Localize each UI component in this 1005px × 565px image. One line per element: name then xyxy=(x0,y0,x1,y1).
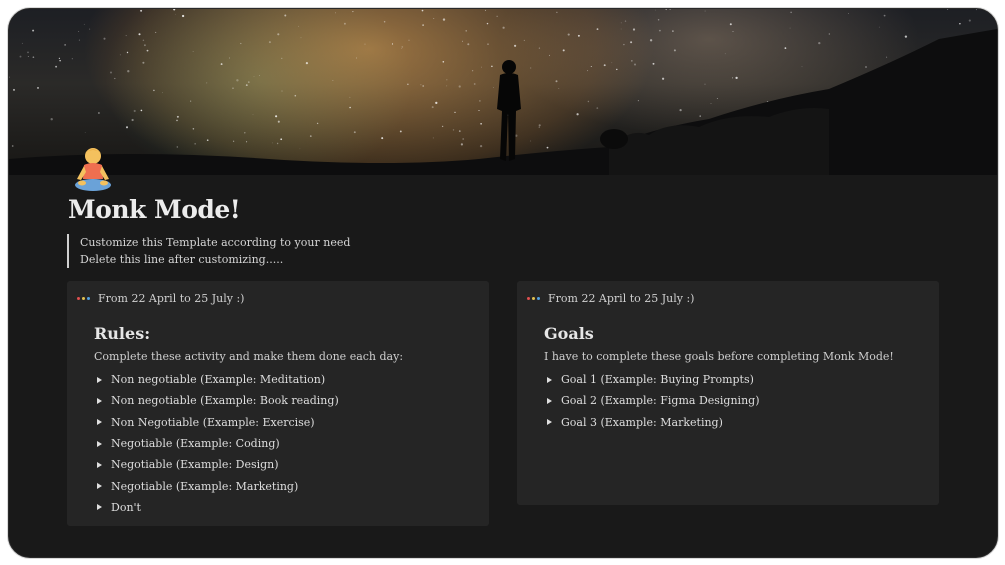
toggle-triangle-icon[interactable] xyxy=(547,397,552,404)
rules-callout[interactable]: From 22 April to 25 July :) Rules: Compl… xyxy=(67,281,489,526)
toggle-triangle-icon[interactable] xyxy=(97,461,102,468)
cover-night-sky xyxy=(9,9,997,175)
toggle-triangle-icon[interactable] xyxy=(547,376,552,383)
toggle-triangle-icon[interactable] xyxy=(97,504,102,511)
cover-image[interactable] xyxy=(9,9,997,175)
goals-list: Goal 1 (Example: Buying Prompts) Goal 2 … xyxy=(547,369,760,433)
toggle-triangle-icon[interactable] xyxy=(97,483,102,490)
toggle-label: Goal 1 (Example: Buying Prompts) xyxy=(561,373,754,387)
rules-list: Non negotiable (Example: Meditation) Non… xyxy=(97,369,339,518)
dots-icon xyxy=(527,297,540,300)
toggle-label: Non negotiable (Example: Meditation) xyxy=(111,373,326,387)
toggle-item[interactable]: Negotiable (Example: Design) xyxy=(97,454,339,475)
page-title[interactable]: Monk Mode! xyxy=(68,195,241,224)
rules-heading: Rules: xyxy=(94,324,151,343)
toggle-item[interactable]: Negotiable (Example: Coding) xyxy=(97,433,339,454)
toggle-item[interactable]: Goal 1 (Example: Buying Prompts) xyxy=(547,369,760,390)
toggle-item[interactable]: Non negotiable (Example: Book reading) xyxy=(97,390,339,411)
toggle-label: Non Negotiable (Example: Exercise) xyxy=(111,415,315,429)
meditation-emoji-icon[interactable] xyxy=(73,147,113,195)
toggle-label: Negotiable (Example: Coding) xyxy=(111,437,280,451)
goals-heading: Goals xyxy=(544,324,594,343)
toggle-label: Goal 3 (Example: Marketing) xyxy=(561,415,723,429)
goals-subtitle: I have to complete these goals before co… xyxy=(544,350,894,363)
goals-callout[interactable]: From 22 April to 25 July :) Goals I have… xyxy=(517,281,939,505)
callout-header: From 22 April to 25 July :) xyxy=(77,292,244,305)
quote-line: Customize this Template according to you… xyxy=(80,236,351,249)
toggle-item[interactable]: Negotiable (Example: Marketing) xyxy=(97,475,339,496)
callout-header: From 22 April to 25 July :) xyxy=(527,292,694,305)
toggle-label: Don't xyxy=(111,500,141,514)
callout-header-text: From 22 April to 25 July :) xyxy=(548,292,695,305)
toggle-item[interactable]: Goal 3 (Example: Marketing) xyxy=(547,412,760,433)
instruction-quote[interactable]: Customize this Template according to you… xyxy=(67,234,350,268)
toggle-triangle-icon[interactable] xyxy=(97,440,102,447)
toggle-item[interactable]: Non negotiable (Example: Meditation) xyxy=(97,369,339,390)
toggle-triangle-icon[interactable] xyxy=(97,397,102,404)
toggle-label: Non negotiable (Example: Book reading) xyxy=(111,394,339,408)
toggle-triangle-icon[interactable] xyxy=(97,376,102,383)
rules-subtitle: Complete these activity and make them do… xyxy=(94,350,404,363)
toggle-triangle-icon[interactable] xyxy=(97,419,102,426)
quote-line: Delete this line after customizing..... xyxy=(80,253,284,266)
page-frame: Monk Mode! Customize this Template accor… xyxy=(8,8,998,558)
toggle-item[interactable]: Goal 2 (Example: Figma Designing) xyxy=(547,390,760,411)
dots-icon xyxy=(77,297,90,300)
toggle-item[interactable]: Non Negotiable (Example: Exercise) xyxy=(97,412,339,433)
toggle-triangle-icon[interactable] xyxy=(547,419,552,426)
toggle-item[interactable]: Don't xyxy=(97,497,339,518)
toggle-label: Goal 2 (Example: Figma Designing) xyxy=(561,394,760,408)
toggle-label: Negotiable (Example: Marketing) xyxy=(111,479,299,493)
callout-header-text: From 22 April to 25 July :) xyxy=(98,292,245,305)
toggle-label: Negotiable (Example: Design) xyxy=(111,458,279,472)
